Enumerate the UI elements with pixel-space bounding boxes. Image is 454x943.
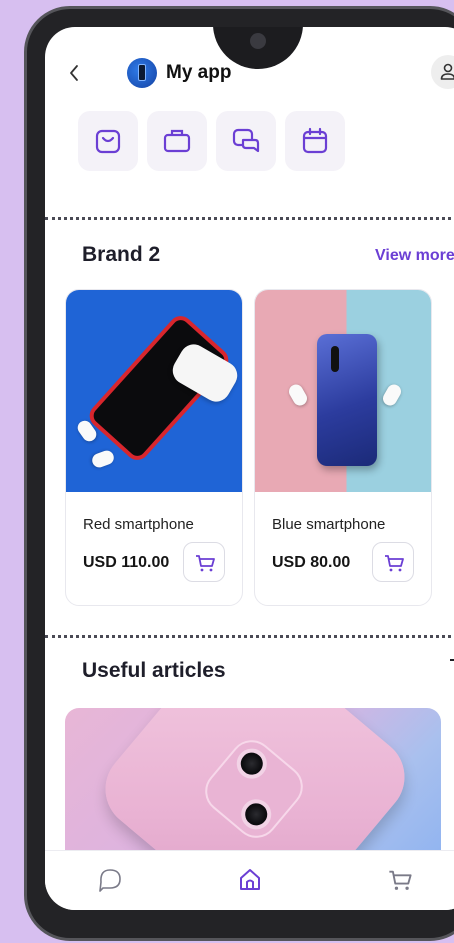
chat-icon [99, 869, 121, 892]
product-image [66, 290, 242, 492]
view-more-link[interactable]: View more [375, 247, 454, 265]
nav-cart-button[interactable] [387, 867, 413, 893]
bottom-nav [45, 850, 454, 910]
nav-home-button[interactable] [237, 867, 263, 893]
article-card[interactable] [65, 708, 441, 868]
front-camera [250, 33, 266, 49]
chevron-left-icon [70, 65, 78, 81]
shopping-bag-icon [95, 129, 121, 154]
add-to-cart-button[interactable] [372, 542, 414, 582]
phone-frame: My app Brand 2 View more Red smartphone … [24, 6, 454, 941]
calendar-icon [302, 127, 328, 154]
nav-chat-button[interactable] [97, 867, 123, 893]
section-divider [45, 635, 454, 638]
briefcase-icon [163, 129, 191, 153]
app-screen: My app Brand 2 View more Red smartphone … [45, 27, 454, 910]
product-price: USD 110.00 [83, 554, 170, 571]
category-shopping[interactable] [78, 111, 138, 171]
profile-button[interactable] [431, 55, 454, 89]
product-image [255, 290, 431, 492]
category-briefcase[interactable] [147, 111, 207, 171]
brand-section-title: Brand 2 [82, 243, 161, 266]
chat-icon [232, 128, 260, 153]
cart-icon [196, 555, 215, 572]
add-to-cart-button[interactable] [183, 542, 225, 582]
category-chat[interactable] [216, 111, 276, 171]
category-calendar[interactable] [285, 111, 345, 171]
section-divider [45, 217, 454, 220]
home-icon [240, 869, 260, 890]
articles-section-title: Useful articles [82, 659, 226, 682]
back-button[interactable] [67, 63, 81, 83]
user-icon [440, 63, 454, 80]
product-card[interactable]: Blue smartphone USD 80.00 [254, 289, 432, 606]
product-name: Red smartphone [83, 516, 194, 533]
product-name: Blue smartphone [272, 516, 386, 533]
cart-icon [385, 555, 404, 572]
product-price: USD 80.00 [272, 554, 351, 571]
app-title: My app [166, 62, 232, 83]
product-card[interactable]: Red smartphone USD 110.00 [65, 289, 243, 606]
cart-icon [389, 870, 412, 890]
decorative-dash [450, 659, 454, 661]
app-logo [127, 58, 157, 88]
